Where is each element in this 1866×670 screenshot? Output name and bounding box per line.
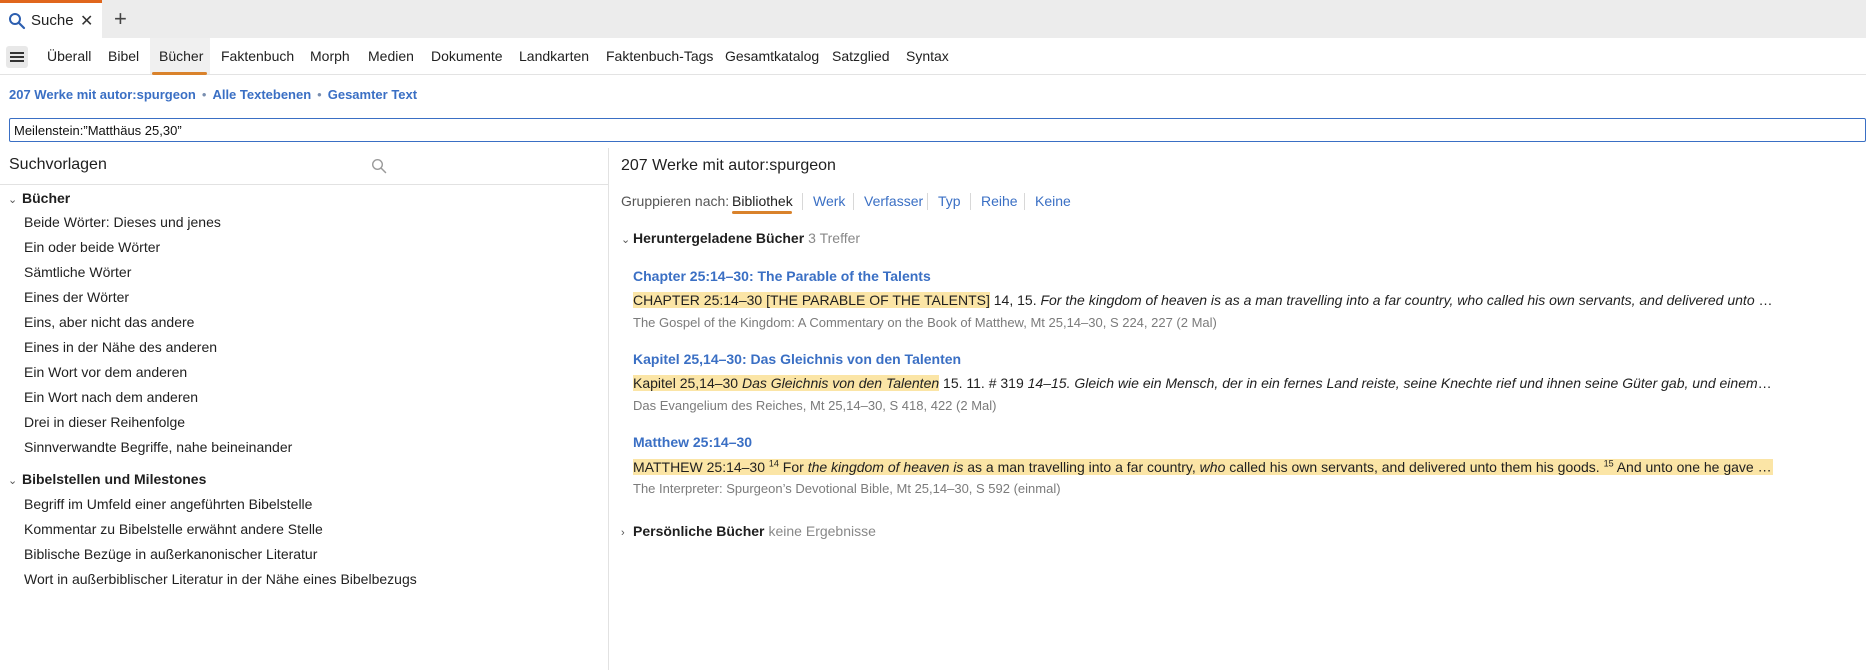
template-item[interactable]: Sämtliche Wörter — [24, 264, 131, 280]
result-snippet[interactable]: CHAPTER 25:14–30 [THE PARABLE OF THE TAL… — [633, 292, 1773, 308]
result-source: The Interpreter: Spurgeon’s Devotional B… — [633, 481, 1061, 496]
hamburger-menu-icon[interactable] — [6, 46, 28, 68]
chevron-down-icon: ⌄ — [8, 475, 18, 487]
category-morph[interactable]: Morph — [310, 48, 350, 64]
result-source: The Gospel of the Kingdom: A Commentary … — [633, 315, 1217, 330]
groupby-reihe[interactable]: Reihe — [981, 193, 1018, 209]
templates-title: Suchvorlagen — [9, 156, 107, 173]
result-title[interactable]: Chapter 25:14–30: The Parable of the Tal… — [633, 268, 931, 284]
search-icon[interactable] — [371, 158, 387, 174]
template-item[interactable]: Kommentar zu Bibelstelle erwähnt andere … — [24, 521, 323, 537]
category-satzglied[interactable]: Satzglied — [832, 48, 890, 64]
result-title[interactable]: Matthew 25:14–30 — [633, 434, 752, 450]
category-faktenbuch-tags[interactable]: Faktenbuch-Tags — [606, 48, 713, 64]
group-buecher[interactable]: ⌄ Bücher — [8, 190, 70, 206]
result-title[interactable]: Kapitel 25,14–30: Das Gleichnis von den … — [633, 351, 961, 367]
breadcrumb-full-text[interactable]: Gesamter Text — [328, 87, 417, 102]
chevron-down-icon: ⌄ — [8, 194, 18, 206]
result-snippet[interactable]: MATTHEW 25:14–30 14 For the kingdom of h… — [633, 458, 1773, 475]
divider — [0, 184, 608, 185]
template-item[interactable]: Wort in außerbiblischer Literatur in der… — [24, 571, 417, 587]
template-item[interactable]: Sinnverwandte Begriffe, nahe beineinande… — [24, 439, 292, 455]
groupby-label: Gruppieren nach: — [621, 193, 730, 209]
add-tab-icon[interactable]: + — [114, 6, 127, 32]
results-title: 207 Werke mit autor:spurgeon — [621, 157, 836, 174]
template-item[interactable]: Eines in der Nähe des anderen — [24, 339, 217, 355]
template-item[interactable]: Begriff im Umfeld einer angeführten Bibe… — [24, 496, 312, 512]
close-icon[interactable]: ✕ — [80, 11, 93, 31]
chevron-down-icon: ⌄ — [621, 234, 631, 246]
category-bibel[interactable]: Bibel — [108, 48, 139, 64]
chevron-right-icon: › — [621, 527, 625, 539]
breadcrumb-works[interactable]: 207 Werke mit autor:spurgeon — [9, 87, 196, 102]
tab-strip: Suche ✕ + — [0, 0, 1866, 38]
template-item[interactable]: Ein Wort vor dem anderen — [24, 364, 187, 380]
category-syntax[interactable]: Syntax — [906, 48, 949, 64]
template-item[interactable]: Beide Wörter: Dieses und jenes — [24, 214, 221, 230]
groupby-active-underline — [732, 211, 792, 214]
breadcrumb-text-levels[interactable]: Alle Textebenen — [212, 87, 311, 102]
group-bibelstellen[interactable]: ⌄ Bibelstellen und Milestones — [8, 471, 206, 487]
search-input[interactable] — [9, 118, 1866, 142]
search-icon — [9, 13, 26, 30]
category-dokumente[interactable]: Dokumente — [431, 48, 503, 64]
template-item[interactable]: Drei in dieser Reihenfolge — [24, 414, 185, 430]
panel-divider[interactable] — [608, 148, 609, 670]
result-count: keine Ergebnisse — [768, 523, 876, 539]
category-buecher[interactable]: Bücher — [159, 48, 203, 64]
template-item[interactable]: Ein oder beide Wörter — [24, 239, 160, 255]
category-bar: Überall Bibel Bücher Faktenbuch Morph Me… — [0, 38, 1866, 75]
groupby-keine[interactable]: Keine — [1035, 193, 1071, 209]
section-downloaded-books[interactable]: ⌄ Heruntergeladene Bücher 3 Treffer — [621, 230, 860, 246]
tab-title: Suche — [31, 12, 74, 29]
active-category-underline — [152, 72, 207, 75]
category-landkarten[interactable]: Landkarten — [519, 48, 589, 64]
template-item[interactable]: Ein Wort nach dem anderen — [24, 389, 198, 405]
category-gesamtkatalog[interactable]: Gesamtkatalog — [725, 48, 819, 64]
category-medien[interactable]: Medien — [368, 48, 414, 64]
result-source: Das Evangelium des Reiches, Mt 25,14–30,… — [633, 398, 997, 413]
template-item[interactable]: Eins, aber nicht das andere — [24, 314, 194, 330]
groupby-typ[interactable]: Typ — [938, 193, 961, 209]
groupby-bibliothek[interactable]: Bibliothek — [732, 193, 793, 209]
groupby-werk[interactable]: Werk — [813, 193, 845, 209]
tab-search[interactable]: Suche ✕ — [0, 0, 102, 38]
category-ueberall[interactable]: Überall — [47, 48, 91, 64]
groupby-verfasser[interactable]: Verfasser — [864, 193, 923, 209]
result-count: 3 Treffer — [808, 230, 861, 246]
breadcrumb: 207 Werke mit autor:spurgeon • Alle Texteb… — [9, 87, 418, 102]
template-item[interactable]: Eines der Wörter — [24, 289, 129, 305]
category-faktenbuch[interactable]: Faktenbuch — [221, 48, 294, 64]
template-item[interactable]: Biblische Bezüge in außerkanonischer Lit… — [24, 546, 317, 562]
section-personal-books[interactable]: › Persönliche Bücher keine Ergebnisse — [621, 523, 876, 539]
result-snippet[interactable]: Kapitel 25,14–30 Das Gleichnis von den T… — [633, 375, 1773, 391]
